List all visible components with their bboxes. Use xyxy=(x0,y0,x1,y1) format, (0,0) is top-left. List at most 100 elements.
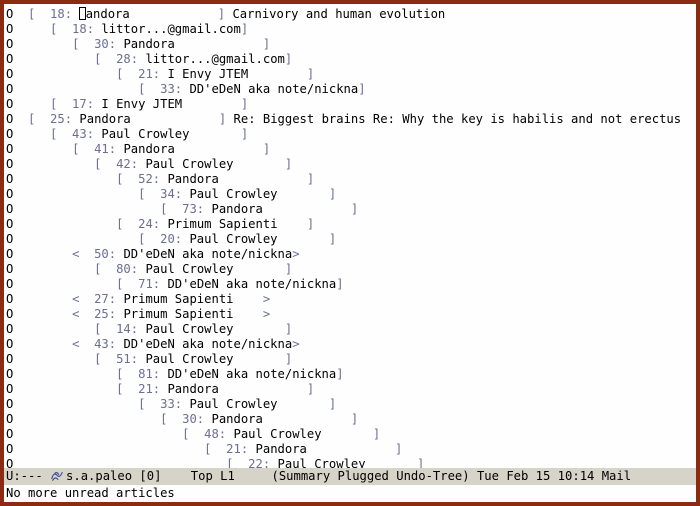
summary-line[interactable]: O [ 21: I Envy JTEM ] xyxy=(6,67,694,82)
article-author: Pandora xyxy=(211,412,350,426)
summary-line[interactable]: O [ 18: andora ] Carnivory and human evo… xyxy=(6,7,694,22)
bracket-open: [ 14: xyxy=(94,322,145,336)
summary-line[interactable]: O [ 30: Pandora ] xyxy=(6,412,694,427)
echo-message: No more unread articles xyxy=(6,486,175,500)
bracket-close: ] xyxy=(241,97,248,111)
summary-line[interactable]: O [ 20: Paul Crowley ] xyxy=(6,232,694,247)
summary-line[interactable]: O [ 52: Pandora ] xyxy=(6,172,694,187)
gnus-icon xyxy=(50,470,64,482)
bracket-open: [ 33: xyxy=(138,82,189,96)
article-author: DD'eDeN aka note/nickna xyxy=(123,337,292,351)
article-author: Paul Crowley xyxy=(101,127,240,141)
bracket-close: ] xyxy=(307,382,314,396)
bracket-close: ] xyxy=(329,397,336,411)
thread-subject: Re: Biggest brains Re: Why the key is ha… xyxy=(234,112,682,126)
bracket-close: ] xyxy=(351,412,358,426)
bracket-open: < 50: xyxy=(72,247,123,261)
bracket-open: [ 52: xyxy=(116,172,167,186)
summary-line[interactable]: O [ 51: Paul Crowley ] xyxy=(6,352,694,367)
summary-line[interactable]: O < 43: DD'eDeN aka note/nickna> xyxy=(6,337,694,352)
article-author: I Envy JTEM xyxy=(101,97,240,111)
minibuffer[interactable]: No more unread articles xyxy=(4,485,696,502)
bracket-open: [ 33: xyxy=(138,397,189,411)
mode-line: U:--- s.a.paleo [0] Top L1 (Summary Plug… xyxy=(4,468,696,485)
article-author: Pandora xyxy=(123,37,262,51)
article-author: littor...@gmail.com xyxy=(145,52,284,66)
bracket-close: > xyxy=(263,292,270,306)
summary-line[interactable]: O < 27: Primum Sapienti > xyxy=(6,292,694,307)
bracket-close: ] xyxy=(329,187,336,201)
article-author: DD'eDeN aka note/nickna xyxy=(123,247,292,261)
bracket-close: ] xyxy=(329,232,336,246)
article-author: Pandora xyxy=(79,112,218,126)
summary-line[interactable]: O [ 34: Paul Crowley ] xyxy=(6,187,694,202)
bracket-close: ] xyxy=(219,112,226,126)
article-author: DD'eDeN aka note/nickna xyxy=(167,367,336,381)
article-author: Primum Sapienti xyxy=(167,217,306,231)
summary-line[interactable]: O [ 21: Pandora ] xyxy=(6,442,694,457)
summary-line[interactable]: O [ 33: DD'eDeN aka note/nickna] xyxy=(6,82,694,97)
article-author: Paul Crowley xyxy=(145,262,284,276)
summary-line[interactable]: O [ 41: Pandora ] xyxy=(6,142,694,157)
bracket-open: [ 34: xyxy=(138,187,189,201)
summary-line[interactable]: O [ 22: Paul Crowley ] xyxy=(6,457,694,468)
summary-line[interactable]: O < 50: DD'eDeN aka note/nickna> xyxy=(6,247,694,262)
summary-line[interactable]: O [ 28: littor...@gmail.com] xyxy=(6,52,694,67)
bracket-open: [ 17: xyxy=(50,97,101,111)
summary-line[interactable]: O [ 24: Primum Sapienti ] xyxy=(6,217,694,232)
article-author: DD'eDeN aka note/nickna xyxy=(167,277,336,291)
modeline-buffer-name: s.a.paleo [0] xyxy=(66,469,161,483)
summary-line[interactable]: O [ 73: Pandora ] xyxy=(6,202,694,217)
article-author: littor...@gmail.com xyxy=(101,22,240,36)
bracket-open: [ 43: xyxy=(50,127,101,141)
bracket-open: < 25: xyxy=(72,307,123,321)
bracket-open: [ 18: xyxy=(28,7,79,21)
point-cursor xyxy=(79,7,86,20)
thread-subject: Carnivory and human evolution xyxy=(232,7,445,21)
bracket-close: ] xyxy=(241,127,248,141)
summary-line[interactable]: O [ 48: Paul Crowley ] xyxy=(6,427,694,442)
article-author: Paul Crowley xyxy=(189,187,328,201)
article-author: I Envy JTEM xyxy=(167,67,306,81)
bracket-open: [ 25: xyxy=(28,112,79,126)
article-author: Paul Crowley xyxy=(234,427,373,441)
bracket-open: [ 24: xyxy=(116,217,167,231)
bracket-close: > xyxy=(263,307,270,321)
bracket-close: ] xyxy=(307,217,314,231)
article-author: andora xyxy=(79,7,217,21)
summary-line[interactable]: O < 25: Primum Sapienti > xyxy=(6,307,694,322)
summary-line[interactable]: O [ 33: Paul Crowley ] xyxy=(6,397,694,412)
bracket-close: > xyxy=(292,247,299,261)
summary-line[interactable]: O [ 43: Paul Crowley ] xyxy=(6,127,694,142)
bracket-close: ] xyxy=(263,37,270,51)
summary-line[interactable]: O [ 18: littor...@gmail.com] xyxy=(6,22,694,37)
bracket-close: ] xyxy=(358,82,365,96)
summary-line[interactable]: O [ 81: DD'eDeN aka note/nickna] xyxy=(6,367,694,382)
summary-line[interactable]: O [ 17: I Envy JTEM ] xyxy=(6,97,694,112)
gnus-summary-buffer[interactable]: O [ 18: andora ] Carnivory and human evo… xyxy=(4,4,696,468)
bracket-open: [ 71: xyxy=(116,277,167,291)
summary-line[interactable]: O [ 71: DD'eDeN aka note/nickna] xyxy=(6,277,694,292)
bracket-open: [ 42: xyxy=(94,157,145,171)
bracket-open: [ 48: xyxy=(182,427,233,441)
summary-line[interactable]: O [ 14: Paul Crowley ] xyxy=(6,322,694,337)
bracket-open: < 43: xyxy=(72,337,123,351)
bracket-open: < 27: xyxy=(72,292,123,306)
bracket-close: ] xyxy=(285,262,292,276)
article-author: DD'eDeN aka note/nickna xyxy=(189,82,358,96)
summary-line[interactable]: O [ 21: Pandora ] xyxy=(6,382,694,397)
article-author: Pandora xyxy=(167,172,306,186)
bracket-open: [ 41: xyxy=(72,142,123,156)
summary-line[interactable]: O [ 80: Paul Crowley ] xyxy=(6,262,694,277)
summary-line[interactable]: O [ 42: Paul Crowley ] xyxy=(6,157,694,172)
modeline-time: Tue Feb 15 10:14 xyxy=(477,469,594,483)
modeline-major-mode: Mail xyxy=(602,469,631,483)
article-author: Paul Crowley xyxy=(189,397,328,411)
summary-line[interactable]: O [ 25: Pandora ] Re: Biggest brains Re:… xyxy=(6,112,694,127)
article-author: Paul Crowley xyxy=(189,232,328,246)
bracket-close: ] xyxy=(263,142,270,156)
modeline-position: Top L1 xyxy=(191,469,235,483)
summary-line[interactable]: O [ 30: Pandora ] xyxy=(6,37,694,52)
article-author: Pandora xyxy=(167,382,306,396)
modeline-modes: (Summary Plugged Undo-Tree) xyxy=(272,469,470,483)
